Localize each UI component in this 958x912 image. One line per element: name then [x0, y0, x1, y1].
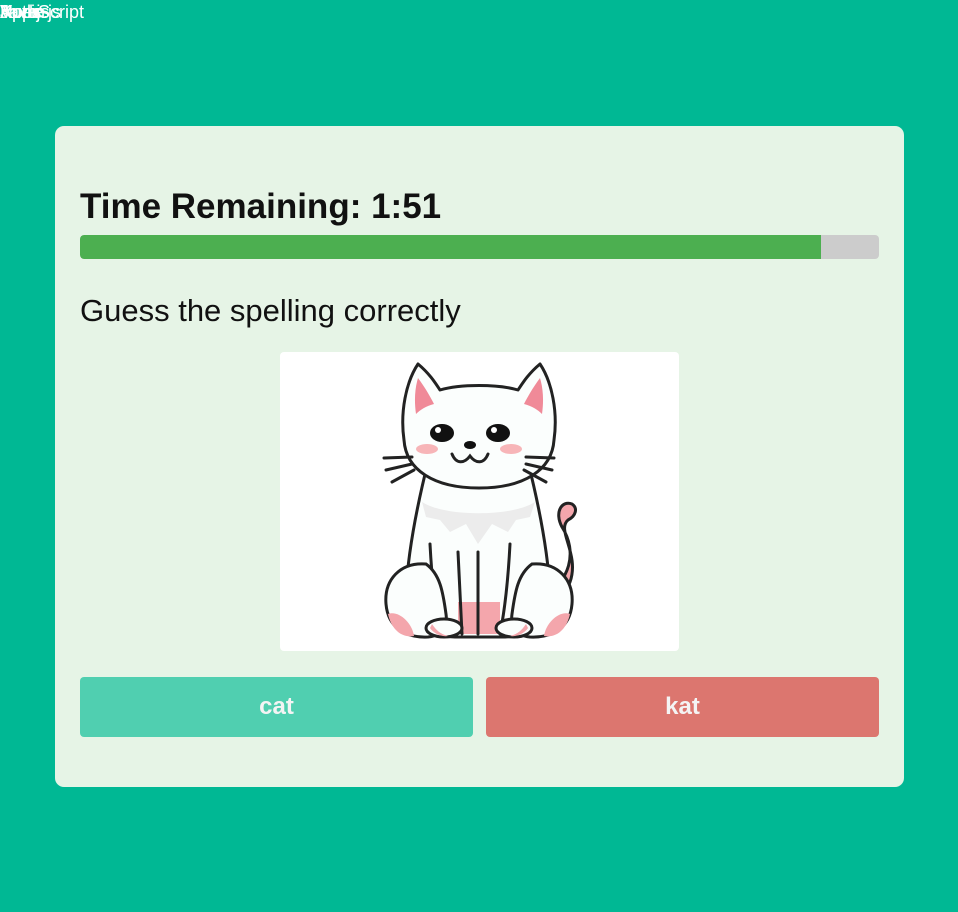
overlapping-header-labels: JavaScript Vue.js Node.js Kotlin Apps	[0, 2, 120, 24]
cat-illustration	[382, 362, 577, 639]
timer-value: 1:51	[371, 187, 442, 226]
time-progress-fill	[80, 235, 821, 259]
time-progress-bar	[80, 235, 879, 259]
question-image	[280, 352, 679, 651]
quiz-card: Time Remaining: 1:51 Guess the spelling …	[55, 126, 904, 787]
answer-option-cat[interactable]: cat	[80, 677, 473, 737]
answer-option-kat[interactable]: kat	[486, 677, 879, 737]
time-remaining: Time Remaining: 1:51	[80, 186, 441, 228]
question-prompt: Guess the spelling correctly	[80, 293, 461, 328]
header-label: Apps	[0, 2, 42, 22]
timer-label: Time Remaining:	[80, 187, 362, 226]
